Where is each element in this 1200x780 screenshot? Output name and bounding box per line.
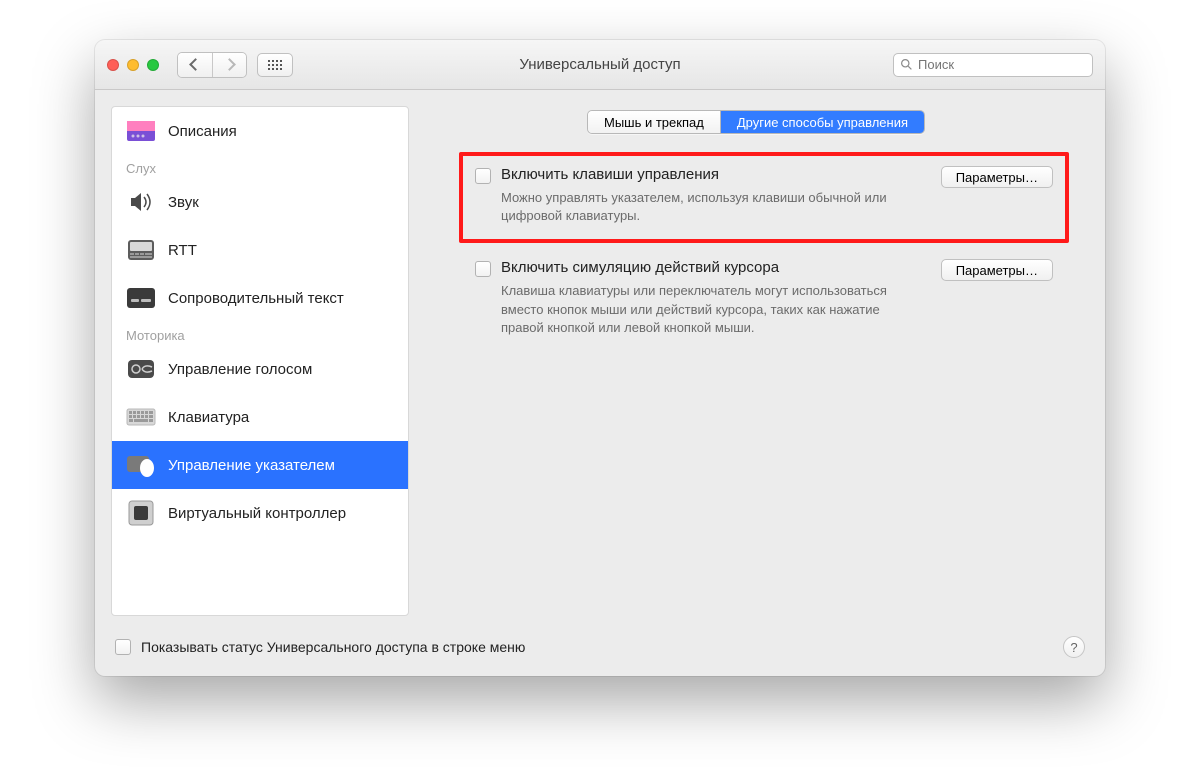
sidebar-item-voice-control[interactable]: Управление голосом [112,345,408,393]
pointer-icon [126,453,156,477]
sidebar-section-motor: Моторика [112,322,408,345]
switch-icon [126,501,156,525]
close-window-button[interactable] [107,59,119,71]
checkbox-show-status[interactable] [115,639,131,655]
sidebar-label: RTT [168,242,197,259]
grid-icon [268,60,282,70]
sidebar-label: Звук [168,194,199,211]
zoom-window-button[interactable] [147,59,159,71]
sidebar-section-hearing: Слух [112,155,408,178]
sidebar-label: Виртуальный контроллер [168,505,346,522]
options-button-mouse-keys[interactable]: Параметры… [941,166,1053,188]
help-icon: ? [1070,640,1077,655]
sidebar-label: Управление указателем [168,457,335,474]
checkbox-alt-pointer[interactable] [475,261,491,277]
footer-label: Показывать статус Универсального доступа… [141,639,525,655]
nav-back-forward [177,52,247,78]
option-title: Включить симуляцию действий курсора [501,259,931,276]
sidebar-item-sound[interactable]: Звук [112,178,408,226]
option-title: Включить клавиши управления [501,166,931,183]
detail-panel: Мышь и трекпад Другие способы управления… [423,106,1089,616]
options-button-alt-pointer[interactable]: Параметры… [941,259,1053,281]
footer: Показывать статус Универсального доступа… [95,632,1105,676]
sidebar-item-switch-control[interactable]: Виртуальный контроллер [112,489,408,537]
tab-mouse-trackpad[interactable]: Мышь и трекпад [588,111,720,133]
content-area: Описания Слух Звук RTT Сопроводительный … [95,90,1105,632]
sidebar-item-rtt[interactable]: RTT [112,226,408,274]
window-controls [107,59,159,71]
tab-alternate-control[interactable]: Другие способы управления [720,111,924,133]
option-mouse-keys: Включить клавиши управления Можно управл… [475,166,1053,225]
forward-button[interactable] [212,53,246,77]
sidebar-label: Описания [168,123,237,140]
minimize-window-button[interactable] [127,59,139,71]
help-button[interactable]: ? [1063,636,1085,658]
captions-icon [126,286,156,310]
option-alt-pointer-actions: Включить симуляцию действий курсора Клав… [475,259,1053,337]
search-icon [900,58,913,71]
rtt-icon [126,238,156,262]
highlight-box: Включить клавиши управления Можно управл… [459,152,1069,243]
checkbox-mouse-keys[interactable] [475,168,491,184]
show-all-button[interactable] [257,53,293,77]
sidebar-item-captions[interactable]: Сопроводительный текст [112,274,408,322]
back-button[interactable] [178,53,212,77]
sidebar-item-pointer-control[interactable]: Управление указателем [112,441,408,489]
search-input[interactable] [918,57,1094,72]
sidebar-label: Сопроводительный текст [168,290,344,307]
option-description: Можно управлять указателем, используя кл… [501,189,901,225]
option-description: Клавиша клавиатуры или переключатель мог… [501,282,901,337]
descriptions-icon [126,119,156,143]
sidebar-item-keyboard[interactable]: Клавиатура [112,393,408,441]
keyboard-icon [126,405,156,429]
sound-icon [126,190,156,214]
sidebar-item-descriptions[interactable]: Описания [112,107,408,155]
tab-segment: Мышь и трекпад Другие способы управления [423,110,1089,134]
sidebar[interactable]: Описания Слух Звук RTT Сопроводительный … [111,106,409,616]
preferences-window: Универсальный доступ Описания Слух Звук [95,40,1105,676]
search-field[interactable] [893,53,1093,77]
sidebar-label: Клавиатура [168,409,249,426]
titlebar: Универсальный доступ [95,40,1105,90]
sidebar-label: Управление голосом [168,361,312,378]
voice-icon [126,357,156,381]
